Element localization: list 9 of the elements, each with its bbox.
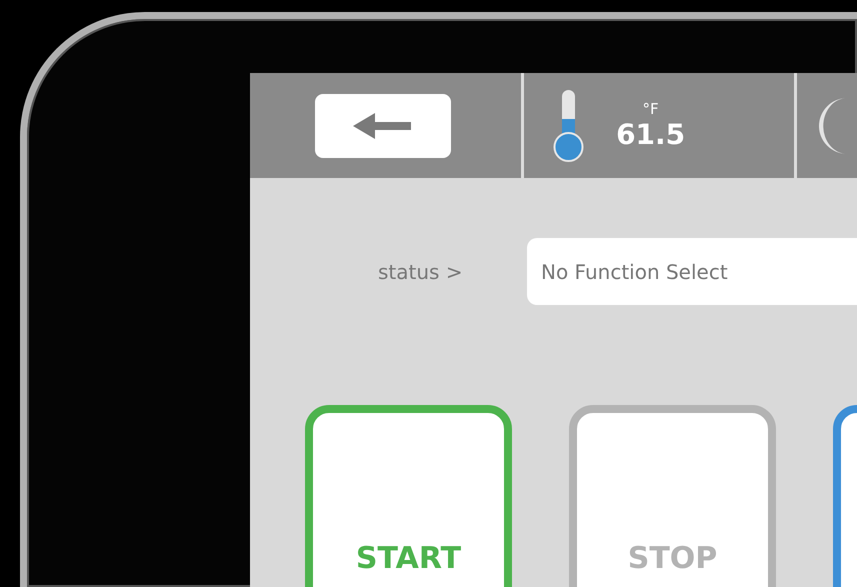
function-button[interactable]: START [305, 405, 512, 587]
function-button[interactable]: STOP [569, 405, 776, 587]
status-field: No Function Select [527, 238, 857, 305]
thermometer-icon [552, 88, 586, 162]
left-arrow-icon [353, 112, 414, 138]
temperature-reading: 61.5 [616, 118, 686, 151]
back-button[interactable] [315, 94, 452, 158]
status-label: status > [378, 260, 464, 284]
temperature-unit: °F [642, 100, 659, 118]
